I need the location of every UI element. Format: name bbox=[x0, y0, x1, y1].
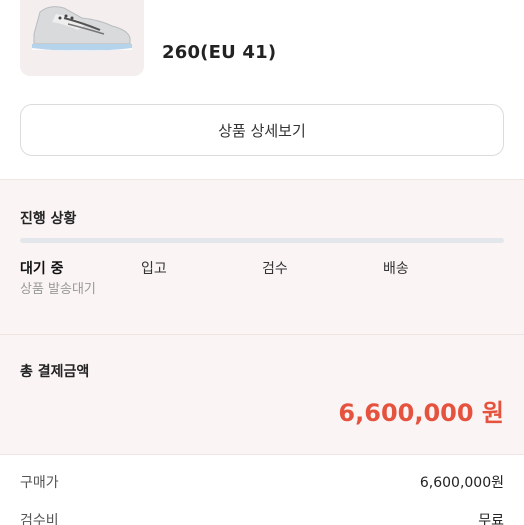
row-label: 검수비 bbox=[20, 513, 59, 525]
row-label: 구매가 bbox=[20, 475, 59, 491]
breakdown-row-inspection-fee: 검수비 무료 bbox=[20, 510, 504, 525]
step-waiting: 대기 중 bbox=[20, 261, 64, 277]
product-card: 260(EU 41) bbox=[0, 0, 524, 100]
product-size: 260(EU 41) bbox=[162, 42, 277, 63]
total-payment-amount: 6,600,000 원 bbox=[338, 399, 504, 427]
sneaker-image bbox=[32, 6, 132, 51]
step-inspection: 검수 bbox=[262, 261, 288, 277]
step-shipping: 배송 bbox=[383, 261, 409, 277]
product-detail-button[interactable]: 상품 상세보기 bbox=[20, 104, 504, 156]
step-received: 입고 bbox=[141, 261, 167, 277]
total-payment-title: 총 결제금액 bbox=[20, 364, 90, 380]
progress-bar bbox=[20, 238, 504, 243]
product-thumbnail[interactable] bbox=[20, 0, 144, 76]
current-status: 상품 발송대기 bbox=[20, 282, 96, 297]
row-value: 6,600,000원 bbox=[419, 475, 504, 491]
total-payment-section: 총 결제금액 6,600,000 원 bbox=[0, 334, 524, 454]
progress-title: 진행 상황 bbox=[20, 211, 77, 227]
breakdown-row-purchase-price: 구매가 6,600,000원 bbox=[20, 472, 504, 492]
payment-breakdown: 구매가 6,600,000원 검수비 무료 bbox=[0, 454, 524, 525]
progress-section: 진행 상황 대기 중 입고 검수 배송 상품 발송대기 bbox=[0, 179, 524, 334]
row-value: 무료 bbox=[478, 513, 504, 525]
